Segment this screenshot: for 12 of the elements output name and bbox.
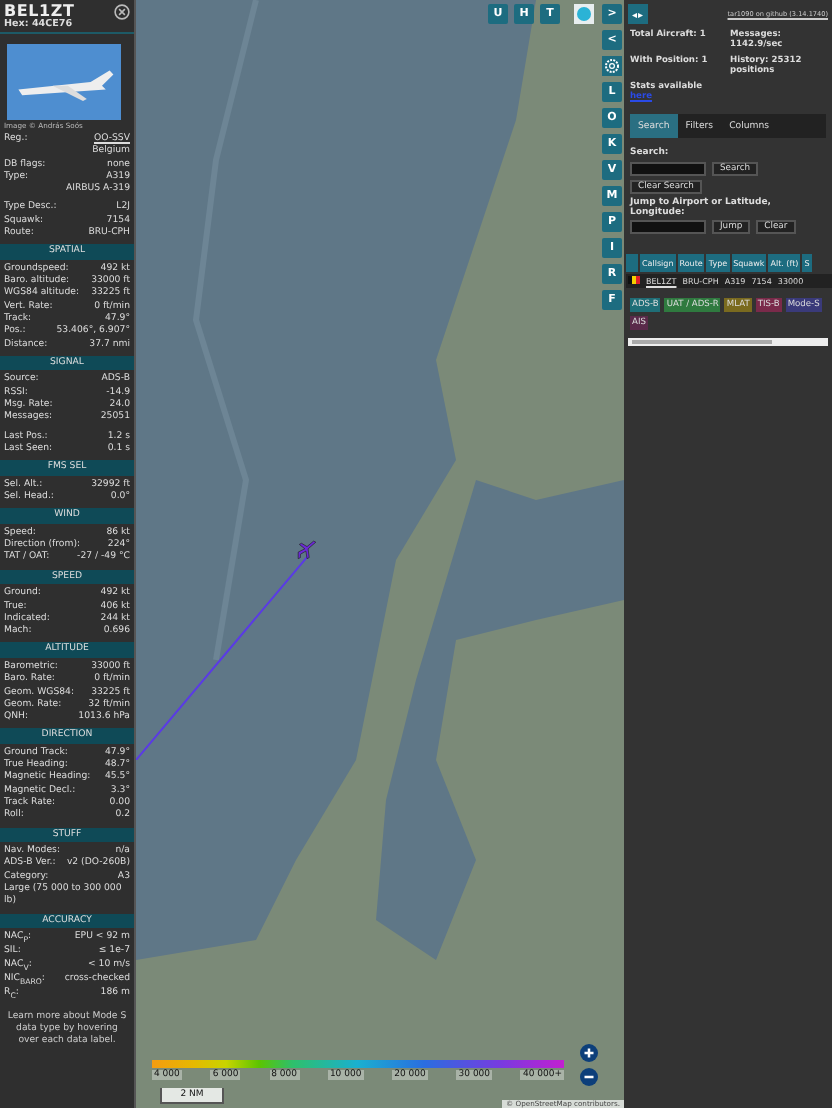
aircraft-icon[interactable] [296, 540, 318, 562]
column-header [626, 253, 638, 271]
horizontal-scrollbar[interactable] [628, 337, 828, 345]
close-icon[interactable] [114, 4, 130, 20]
zoom-out-icon[interactable] [580, 1068, 598, 1086]
search-field[interactable] [630, 161, 706, 175]
aircraft-callsign: BEL1ZT [4, 2, 75, 20]
settings-icon[interactable] [602, 56, 622, 76]
flag-icon [628, 275, 640, 283]
aircraft-photo [4, 44, 124, 120]
zoom-in-icon[interactable] [580, 1044, 598, 1062]
jump-field[interactable] [630, 219, 706, 233]
